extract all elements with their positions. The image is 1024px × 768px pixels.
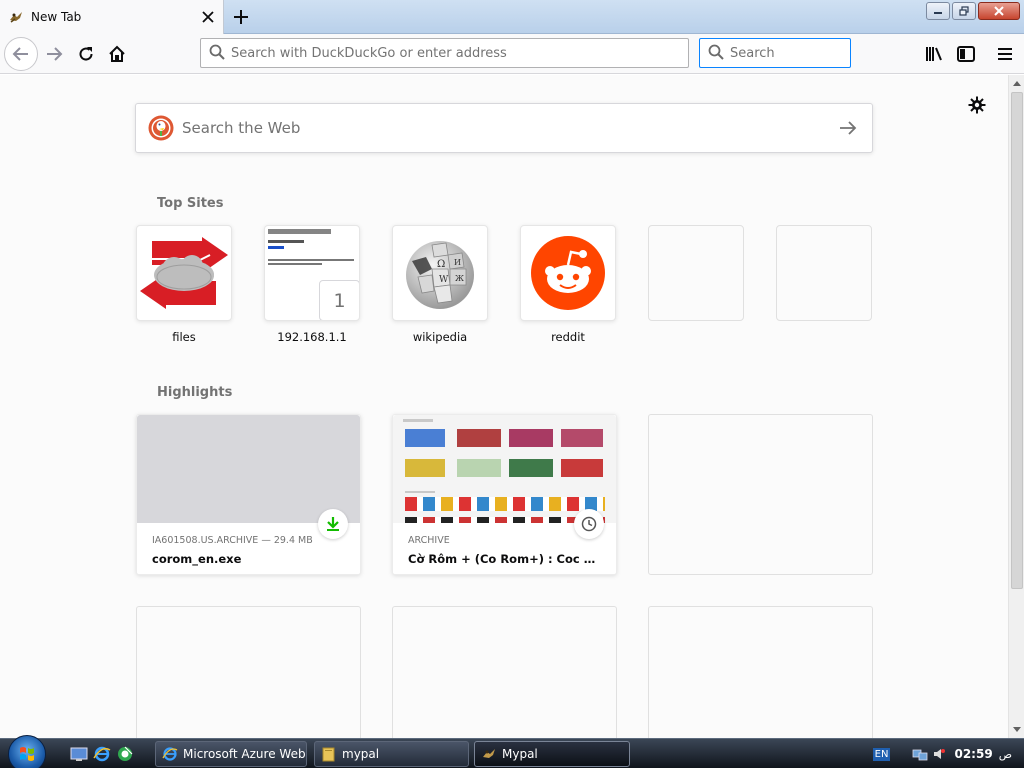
top-site-label: reddit (551, 330, 585, 344)
search-icon (708, 44, 724, 63)
start-button[interactable] (8, 735, 46, 768)
scroll-down-arrow-icon[interactable] (1009, 722, 1024, 738)
empty-highlight-card (648, 414, 873, 575)
restore-icon[interactable] (952, 2, 976, 20)
reload-icon[interactable] (70, 38, 102, 70)
new-tab-page: Top Sites files 1 (0, 75, 1008, 738)
top-site-reddit[interactable]: reddit (520, 225, 616, 344)
top-site-router[interactable]: 1 192.168.1.1 (264, 225, 360, 344)
navigation-toolbar (0, 34, 1024, 74)
taskbar-button-label: mypal (342, 747, 380, 761)
empty-highlight-card (136, 606, 361, 738)
minimize-icon[interactable] (926, 2, 950, 20)
tab-strip: New Tab (0, 0, 1024, 34)
card-source: IA601508.US.ARCHIVE — 29.4 MB (152, 535, 313, 546)
top-site-label: 192.168.1.1 (277, 330, 347, 344)
volume-icon[interactable] (932, 747, 946, 761)
svg-text:W: W (439, 275, 449, 285)
top-site-empty (776, 225, 872, 321)
hamburger-menu-icon[interactable] (989, 38, 1021, 70)
wikipedia-globe-icon: Ω И W Ж (406, 241, 474, 309)
highlight-card-archive[interactable]: ARCHIVE Cờ Rôm + (Co Rom+) : Coc Coc : .… (392, 414, 617, 575)
vertical-scrollbar[interactable] (1008, 75, 1024, 738)
windows-logo-icon (20, 747, 34, 761)
forward-arrow-icon[interactable] (38, 38, 70, 70)
empty-highlight-card (392, 606, 617, 738)
taskbar-button-mypal-folder[interactable]: mypal (314, 741, 469, 767)
url-input[interactable] (231, 45, 688, 61)
close-window-icon[interactable] (978, 2, 1020, 20)
top-site-empty (648, 225, 744, 321)
scrollbar-thumb[interactable] (1011, 92, 1023, 589)
window-controls (926, 2, 1020, 20)
duckduckgo-logo-icon (148, 115, 174, 141)
svg-text:И: И (454, 258, 461, 267)
card-preview (137, 415, 360, 523)
card-source: ARCHIVE (408, 535, 450, 546)
tab-title: New Tab (31, 10, 82, 24)
svg-text:Ж: Ж (455, 274, 464, 283)
gear-icon[interactable] (965, 93, 989, 117)
empty-site-tile (776, 225, 872, 321)
close-tab-icon[interactable] (197, 6, 219, 28)
top-site-wikipedia[interactable]: Ω И W Ж wikipedia (392, 225, 488, 344)
folder-icon (321, 746, 337, 762)
top-site-label: wikipedia (412, 330, 468, 344)
download-icon (318, 509, 348, 539)
taskbar-button-azure[interactable]: Microsoft Azure Web... (155, 741, 307, 767)
show-desktop-icon[interactable] (70, 745, 88, 763)
browser-quicklaunch-icon[interactable] (116, 745, 134, 763)
web-search-box[interactable] (135, 103, 873, 153)
tab-count-badge: 1 (319, 280, 359, 320)
windows-taskbar: Microsoft Azure Web... mypal Mypal EN 02… (0, 735, 1024, 768)
mypal-icon (8, 9, 24, 25)
am-pm-indicator: ص (998, 747, 1012, 761)
back-arrow-icon[interactable] (4, 37, 38, 71)
svg-text:Ω: Ω (437, 259, 445, 270)
site-tile[interactable] (136, 225, 232, 321)
top-site-files[interactable]: files (136, 225, 232, 344)
clock[interactable]: 02:59 (954, 747, 992, 761)
network-icon[interactable] (912, 746, 928, 762)
cloud-sync-icon (140, 237, 228, 309)
empty-highlight-card (648, 606, 873, 738)
site-tile[interactable] (520, 225, 616, 321)
reddit-icon (531, 236, 605, 310)
web-search-input[interactable] (182, 119, 828, 137)
card-title: Cờ Rôm + (Co Rom+) : Coc Coc : ... (408, 552, 601, 566)
search-bar[interactable] (699, 38, 900, 68)
search-go-arrow-icon[interactable] (828, 108, 868, 148)
tab-new-tab[interactable]: New Tab (0, 0, 224, 34)
url-bar[interactable] (200, 38, 689, 68)
card-title: corom_en.exe (152, 552, 242, 566)
internet-explorer-icon (162, 746, 178, 762)
language-indicator[interactable]: EN (872, 747, 891, 761)
search-input[interactable] (730, 45, 900, 61)
site-tile[interactable]: Ω И W Ж (392, 225, 488, 321)
highlight-card-download[interactable]: IA601508.US.ARCHIVE — 29.4 MB corom_en.e… (136, 414, 361, 575)
taskbar-button-mypal-browser[interactable]: Mypal (474, 741, 630, 767)
system-tray: EN 02:59 ص (872, 739, 1024, 768)
site-tile[interactable]: 1 (264, 225, 360, 321)
search-icon (209, 44, 225, 63)
empty-site-tile (648, 225, 744, 321)
sidebar-icon[interactable] (950, 38, 982, 70)
top-sites-heading: Top Sites (157, 196, 224, 211)
taskbar-button-label: Microsoft Azure Web... (183, 747, 307, 761)
scroll-up-arrow-icon[interactable] (1009, 75, 1024, 91)
internet-explorer-icon[interactable] (93, 745, 111, 763)
new-tab-plus-icon[interactable] (228, 5, 254, 29)
top-site-label: files (172, 330, 196, 344)
library-icon[interactable] (918, 38, 950, 70)
card-preview (393, 415, 616, 523)
mypal-icon (481, 746, 497, 762)
clock-icon (574, 509, 604, 539)
taskbar-button-label: Mypal (502, 747, 538, 761)
highlights-heading: Highlights (157, 385, 233, 400)
home-icon[interactable] (101, 38, 133, 70)
